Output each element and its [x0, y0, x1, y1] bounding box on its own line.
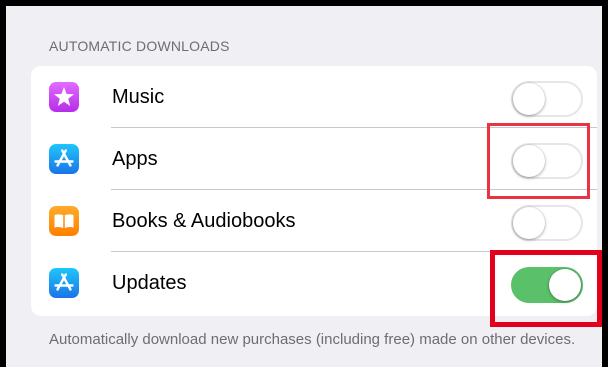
- toggle-knob: [549, 269, 581, 301]
- settings-row-label: Apps: [112, 148, 158, 170]
- settings-row-books: Books & Audiobooks: [31, 190, 597, 252]
- toggle-knob: [513, 145, 545, 177]
- settings-row-music: Music: [31, 66, 597, 128]
- books-toggle[interactable]: [511, 205, 583, 241]
- settings-row-label: Updates: [112, 272, 187, 294]
- apps-toggle[interactable]: [511, 143, 583, 179]
- settings-screen: AUTOMATIC DOWNLOADS Music Apps Books & A…: [6, 6, 602, 367]
- section-footer: Automatically download new purchases (in…: [49, 331, 576, 348]
- section-header: AUTOMATIC DOWNLOADS: [49, 38, 230, 54]
- toggle-knob: [513, 207, 545, 239]
- star-icon: [49, 82, 79, 112]
- updates-toggle[interactable]: [511, 267, 583, 303]
- toggle-knob: [513, 83, 545, 115]
- settings-row-label: Music: [112, 86, 165, 108]
- settings-row-apps: Apps: [31, 128, 597, 190]
- settings-row-label: Books & Audiobooks: [112, 210, 296, 232]
- automatic-downloads-group: Music Apps Books & Audiobooks Updates: [31, 66, 597, 316]
- settings-row-updates: Updates: [31, 252, 597, 314]
- app-store-icon: [49, 144, 79, 174]
- music-toggle[interactable]: [511, 81, 583, 117]
- app-store-icon: [49, 268, 79, 298]
- book-icon: [49, 206, 79, 236]
